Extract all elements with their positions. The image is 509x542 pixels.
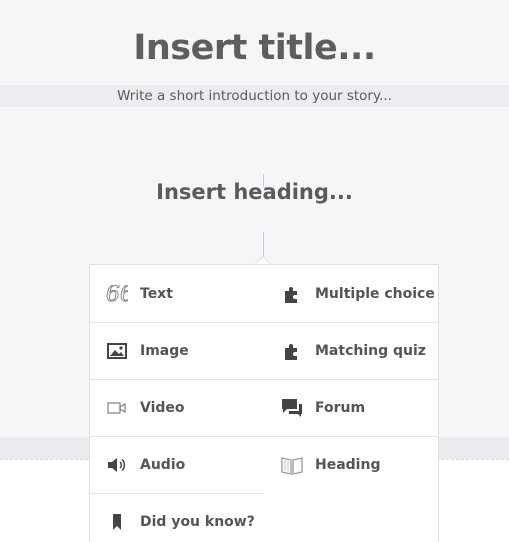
puzzle-icon [281, 283, 303, 305]
menu-item-heading[interactable]: Heading [265, 436, 440, 493]
menu-item-label: Heading [315, 456, 381, 473]
menu-item-label: Matching quiz [315, 342, 426, 359]
story-title-input[interactable]: Insert title... [0, 28, 509, 68]
menu-item-label: Image [140, 342, 189, 359]
image-icon [106, 340, 128, 362]
section-heading-input[interactable]: Insert heading... [0, 180, 509, 204]
chat-bubbles-icon [281, 397, 303, 419]
story-intro-input[interactable]: Write a short introduction to your story… [0, 88, 509, 104]
menu-item-did-you-know[interactable]: Did you know? [90, 493, 265, 542]
menu-item-label: Did you know? [140, 513, 255, 530]
insert-block-menu: 66 Text Multiple choice Image Matching q… [89, 264, 439, 542]
menu-item-label: Audio [140, 456, 186, 473]
menu-item-label: Forum [315, 399, 366, 416]
menu-item-video[interactable]: Video [90, 379, 265, 436]
menu-item-text[interactable]: 66 Text [90, 265, 265, 322]
menu-item-audio[interactable]: Audio [90, 436, 265, 493]
menu-item-matching-quiz[interactable]: Matching quiz [265, 322, 440, 379]
menu-item-label: Text [140, 285, 173, 302]
menu-item-forum[interactable]: Forum [265, 379, 440, 436]
menu-item-multiple-choice[interactable]: Multiple choice [265, 265, 440, 322]
menu-item-label: Multiple choice [315, 285, 435, 302]
puzzle-icon [281, 340, 303, 362]
speaker-icon [106, 454, 128, 476]
bookmark-icon [106, 511, 128, 533]
menu-item-label: Video [140, 399, 185, 416]
book-icon [281, 454, 303, 476]
quote-icon: 66 [106, 283, 128, 305]
menu-item-image[interactable]: Image [90, 322, 265, 379]
video-camera-icon [106, 397, 128, 419]
svg-text:66: 66 [106, 285, 128, 303]
